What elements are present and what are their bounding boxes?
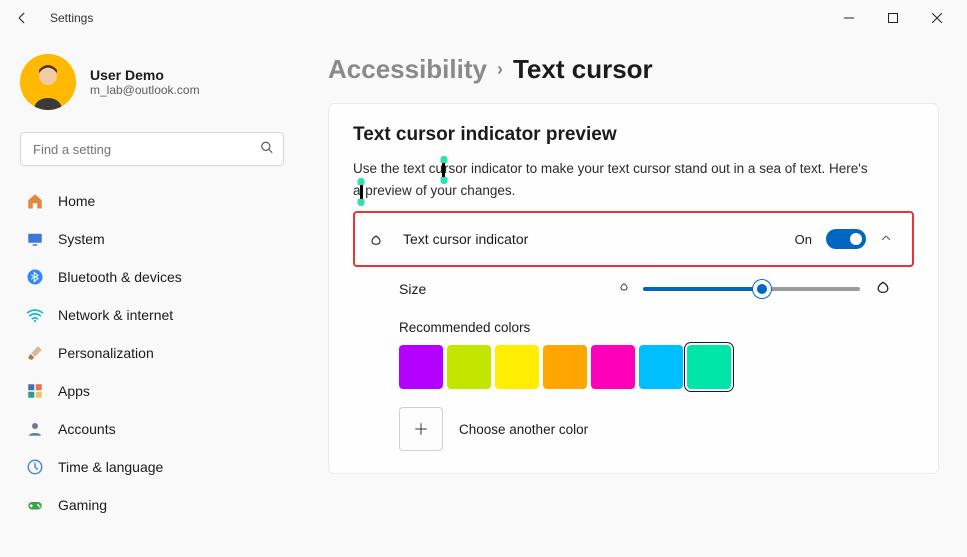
system-icon xyxy=(26,230,44,248)
wifi-icon xyxy=(26,306,44,324)
color-swatch[interactable] xyxy=(591,345,635,389)
chevron-up-icon[interactable] xyxy=(880,232,892,247)
colors-label: Recommended colors xyxy=(399,320,894,335)
gaming-icon xyxy=(26,496,44,514)
sidebar-item-gaming[interactable]: Gaming xyxy=(16,486,288,524)
search-icon xyxy=(260,141,274,158)
text-cursor-indicator-row[interactable]: Text cursor indicator On xyxy=(353,211,914,267)
choose-another-color-button[interactable] xyxy=(399,407,443,451)
chevron-right-icon: › xyxy=(497,59,503,80)
search-box xyxy=(20,132,284,166)
sidebar-item-label: Network & internet xyxy=(58,307,173,323)
desc-text-1: Use the text cu xyxy=(353,161,443,176)
main-content: Accessibility › Text cursor Text cursor … xyxy=(300,36,967,557)
breadcrumb: Accessibility › Text cursor xyxy=(328,54,939,85)
back-button[interactable] xyxy=(8,4,36,32)
breadcrumb-parent[interactable]: Accessibility xyxy=(328,54,487,85)
sidebar-item-accounts[interactable]: Accounts xyxy=(16,410,288,448)
desc-text-3: preview of your changes. xyxy=(362,183,516,198)
color-swatch[interactable] xyxy=(543,345,587,389)
card-title: Text cursor indicator preview xyxy=(353,124,914,146)
cursor-outline-icon xyxy=(365,230,387,248)
color-swatch[interactable] xyxy=(639,345,683,389)
apps-icon xyxy=(26,382,44,400)
search-input[interactable] xyxy=(20,132,284,166)
large-cursor-icon xyxy=(872,275,894,302)
sidebar-item-network-internet[interactable]: Network & internet xyxy=(16,296,288,334)
choose-another-label: Choose another color xyxy=(459,422,588,437)
sidebar-item-label: Time & language xyxy=(58,459,163,475)
size-label: Size xyxy=(399,281,599,297)
maximize-button[interactable] xyxy=(871,2,915,34)
sidebar-item-label: Apps xyxy=(58,383,90,399)
indicator-toggle[interactable] xyxy=(826,229,866,249)
paintbrush-icon xyxy=(26,344,44,362)
color-swatch[interactable] xyxy=(687,345,731,389)
sidebar-item-time-language[interactable]: Time & language xyxy=(16,448,288,486)
profile-email: m_lab@outlook.com xyxy=(90,83,200,97)
close-button[interactable] xyxy=(915,2,959,34)
home-icon xyxy=(26,192,44,210)
colors-section: Recommended colors Choose another color xyxy=(353,310,914,451)
sidebar-item-personalization[interactable]: Personalization xyxy=(16,334,288,372)
sidebar-item-system[interactable]: System xyxy=(16,220,288,258)
sidebar-item-label: Accounts xyxy=(58,421,116,437)
size-row: Size xyxy=(353,267,914,310)
indicator-state: On xyxy=(795,232,812,247)
avatar xyxy=(20,54,76,110)
preview-description: Use the text cursor indicator to make yo… xyxy=(353,158,873,201)
preview-card: Text cursor indicator preview Use the te… xyxy=(328,103,939,474)
sidebar-item-bluetooth-devices[interactable]: Bluetooth & devices xyxy=(16,258,288,296)
sidebar-item-label: System xyxy=(58,231,105,247)
sidebar-item-apps[interactable]: Apps xyxy=(16,372,288,410)
color-swatch[interactable] xyxy=(399,345,443,389)
text-cursor-indicator-preview-2 xyxy=(360,184,363,199)
color-swatch[interactable] xyxy=(447,345,491,389)
window-title: Settings xyxy=(50,11,93,25)
color-swatches xyxy=(399,345,894,389)
clock-icon xyxy=(26,458,44,476)
accounts-icon xyxy=(26,420,44,438)
color-swatch[interactable] xyxy=(495,345,539,389)
sidebar-item-home[interactable]: Home xyxy=(16,182,288,220)
profile-name: User Demo xyxy=(90,67,200,83)
sidebar: User Demo m_lab@outlook.com Home System Bl… xyxy=(0,36,300,557)
size-slider[interactable] xyxy=(643,279,860,299)
text-cursor-indicator-preview-1 xyxy=(442,162,445,177)
sidebar-item-label: Gaming xyxy=(58,497,107,513)
profile-block[interactable]: User Demo m_lab@outlook.com xyxy=(16,46,288,126)
titlebar: Settings xyxy=(0,0,967,36)
bluetooth-icon xyxy=(26,268,44,286)
minimize-button[interactable] xyxy=(827,2,871,34)
nav-list: Home System Bluetooth & devices Network & i… xyxy=(16,182,288,524)
sidebar-item-label: Bluetooth & devices xyxy=(58,269,182,285)
breadcrumb-current: Text cursor xyxy=(513,54,653,85)
settings-window: Settings xyxy=(0,0,967,557)
sidebar-item-label: Personalization xyxy=(58,345,154,361)
choose-another-row: Choose another color xyxy=(399,407,894,451)
indicator-label: Text cursor indicator xyxy=(403,231,795,247)
sidebar-item-label: Home xyxy=(58,193,95,209)
small-cursor-icon xyxy=(617,279,631,298)
